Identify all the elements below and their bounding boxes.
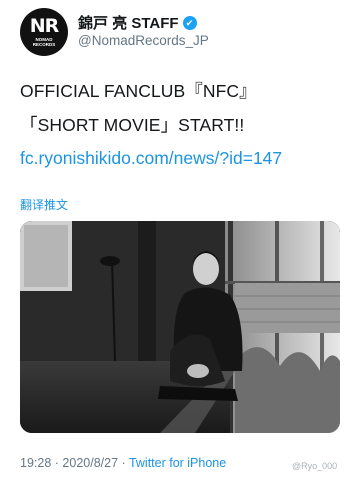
tweet-meta: 19:28 · 2020/8/27 · Twitter for iPhone xyxy=(20,456,226,470)
user-handle[interactable]: @NomadRecords_JP xyxy=(78,33,209,48)
tweet-time: 19:28 xyxy=(20,456,52,470)
meta-separator: · xyxy=(54,456,59,470)
tweet-text-line-1: OFFICIAL FANCLUB『NFC』 xyxy=(20,81,257,101)
tweet-link[interactable]: fc.ryonishikido.com/news/?id=147 xyxy=(20,148,282,169)
tweet-date[interactable]: 2020/8/27 xyxy=(62,456,118,470)
photo-illustration xyxy=(20,221,340,433)
display-name[interactable]: 錦戸 亮 STAFF xyxy=(78,12,179,33)
tweet-source[interactable]: Twitter for iPhone xyxy=(129,456,226,470)
tweet-header: NR NOMAD RECORDS 錦戸 亮 STAFF ✔ @NomadRecor… xyxy=(20,8,340,58)
verified-badge-icon: ✔ xyxy=(182,15,197,30)
avatar-logo-subtext: NOMAD RECORDS xyxy=(32,37,56,47)
translate-tweet-link[interactable]: 翻译推文 xyxy=(20,196,68,213)
watermark: @Ryo_000 xyxy=(292,461,338,471)
name-row: 錦戸 亮 STAFF ✔ xyxy=(78,12,197,33)
avatar[interactable]: NR NOMAD RECORDS xyxy=(20,8,68,56)
tweet-photo[interactable] xyxy=(20,221,340,433)
avatar-logo-text: NR xyxy=(29,15,60,37)
tweet-text-line-2: 「SHORT MOVIE」START!! xyxy=(20,115,245,135)
meta-separator: · xyxy=(121,456,126,470)
